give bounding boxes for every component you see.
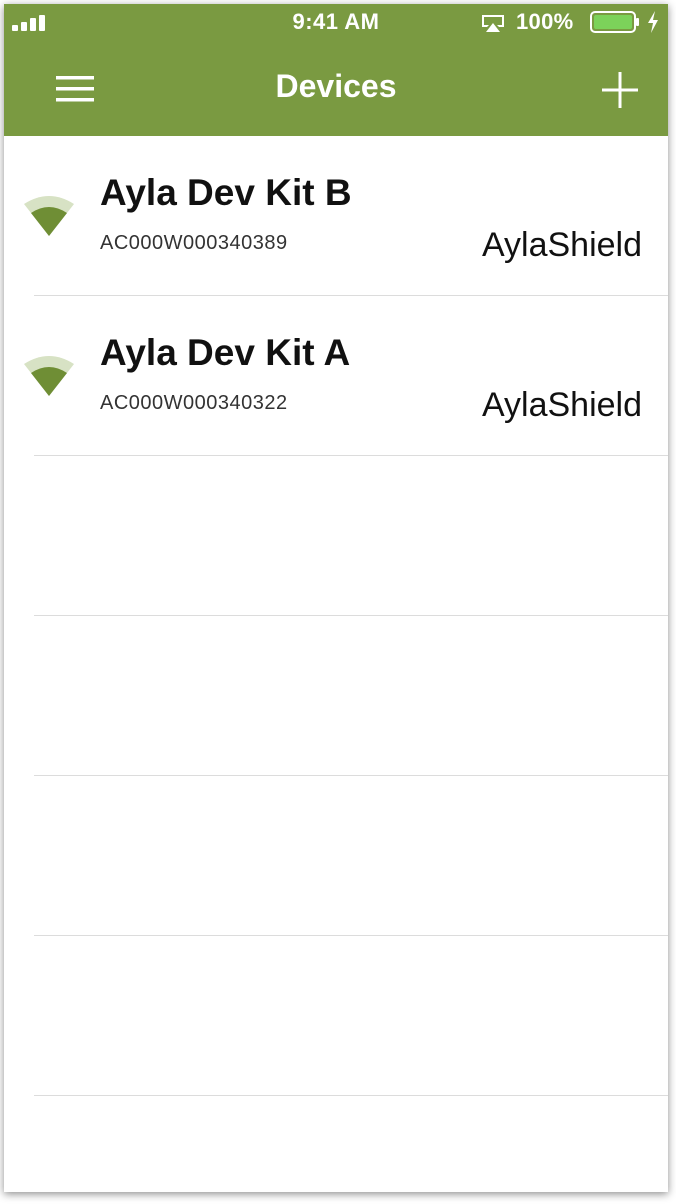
device-model: AylaShield (481, 226, 642, 264)
device-dsn: AC000W000340389 (100, 232, 288, 254)
device-dsn: AC000W000340322 (100, 392, 288, 414)
device-name: Ayla Dev Kit B (100, 172, 352, 213)
empty-row (34, 456, 668, 616)
empty-row (34, 616, 668, 776)
battery-percent: 100% (516, 9, 574, 34)
device-row[interactable]: Ayla Dev Kit A AC000W000340322 AylaShiel… (24, 296, 668, 456)
add-device-button[interactable] (596, 66, 644, 114)
wifi-signal-icon (24, 356, 74, 396)
page-title: Devices (275, 68, 397, 104)
top-bar: 9:41 AM 100% Devices (4, 4, 668, 136)
hamburger-menu-icon (56, 76, 94, 102)
status-time: 9:41 AM (292, 9, 380, 34)
device-name: Ayla Dev Kit A (100, 332, 351, 373)
status-bar: 9:41 AM 100% (4, 4, 668, 40)
device-model: AylaShield (481, 386, 642, 424)
wifi-signal-icon (24, 196, 74, 236)
charging-bolt-icon (648, 11, 658, 33)
device-list: Ayla Dev Kit B AC000W000340389 AylaShiel… (4, 136, 668, 1096)
plus-icon (602, 72, 638, 108)
empty-row (34, 936, 668, 1096)
app-screen: 9:41 AM 100% Devices Ayla Dev Kit B AC00… (4, 4, 668, 1192)
menu-button[interactable] (50, 70, 100, 110)
cellular-signal-icon (12, 15, 45, 31)
device-row[interactable]: Ayla Dev Kit B AC000W000340389 AylaShiel… (24, 136, 668, 296)
empty-row (34, 776, 668, 936)
battery-icon (590, 11, 639, 33)
airplay-icon (482, 15, 504, 32)
